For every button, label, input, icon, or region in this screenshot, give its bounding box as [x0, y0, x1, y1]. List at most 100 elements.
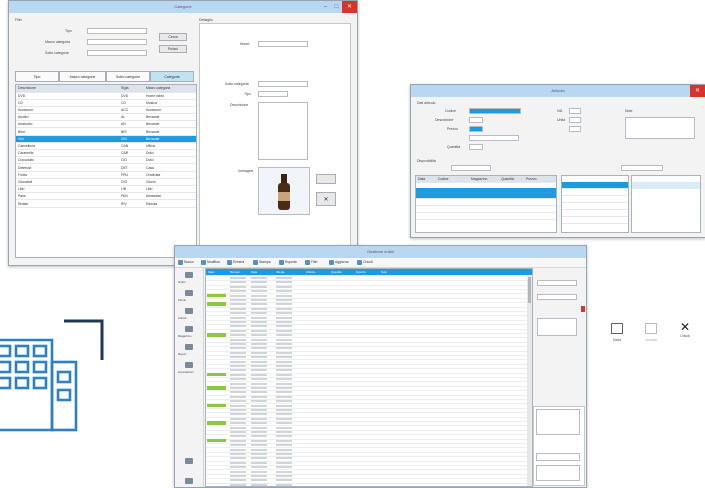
section1-title: Dati articolo: [417, 101, 436, 105]
toolbar-new[interactable]: Nuovo: [178, 259, 194, 266]
save-button[interactable]: Salva: [603, 320, 631, 350]
toolbar-export[interactable]: Esporta: [279, 259, 297, 266]
unit-input[interactable]: [469, 144, 483, 150]
note-textarea[interactable]: [625, 117, 695, 139]
table-row[interactable]: Accessori ACC Accessori: [16, 107, 196, 114]
table-row[interactable]: Frutta FRU Ortofrutta: [16, 172, 196, 179]
table-row[interactable]: Pane PAN Alimentari: [16, 194, 196, 201]
summary-box[interactable]: [536, 465, 580, 481]
table-row[interactable]: Giocattoli GIO Giochi: [16, 179, 196, 186]
toolbar-delete[interactable]: Elimina: [227, 259, 244, 266]
table-cell: Pane: [18, 194, 26, 199]
cell-placeholder: [276, 422, 292, 425]
table-row[interactable]: CD CD Musica: [16, 100, 196, 107]
unita-input[interactable]: [569, 117, 581, 123]
cell-placeholder: [276, 285, 292, 288]
tipo-select[interactable]: [87, 28, 147, 34]
orders-icon[interactable]: [185, 272, 193, 278]
table-cell: Casa: [146, 165, 154, 170]
image-browse-button[interactable]: [316, 174, 336, 184]
cell-placeholder: [276, 321, 292, 323]
help-icon[interactable]: [185, 478, 193, 484]
scrollbar-thumb[interactable]: [528, 277, 531, 303]
cell-placeholder: [251, 404, 267, 407]
toolbar-filter[interactable]: Filtri: [305, 259, 317, 266]
table-cell: CD: [121, 100, 126, 105]
list-item[interactable]: [632, 182, 700, 189]
magazzino-select[interactable]: [451, 165, 491, 171]
data-select[interactable]: [621, 165, 663, 171]
table-row[interactable]: [416, 206, 556, 213]
maximize-button[interactable]: □: [331, 1, 342, 13]
list-item[interactable]: [562, 210, 628, 217]
filter-icon: [305, 259, 310, 265]
list-item[interactable]: [562, 196, 628, 203]
delete-icon[interactable]: [581, 306, 585, 312]
image-remove-button[interactable]: ✕: [316, 192, 336, 206]
detail-field[interactable]: [537, 294, 577, 300]
close-icon: ✕: [679, 320, 691, 334]
vertical-scrollbar[interactable]: [527, 275, 532, 486]
warehouse-icon[interactable]: [185, 326, 193, 332]
toolbar-close[interactable]: Chiudi: [357, 259, 373, 266]
undo-button[interactable]: Annulla: [637, 320, 665, 350]
customers-icon[interactable]: [185, 290, 193, 296]
tab-categorie[interactable]: Categorie: [150, 71, 194, 82]
list-item[interactable]: [562, 203, 628, 210]
list-item[interactable]: [562, 182, 628, 189]
minimize-button[interactable]: –: [320, 1, 331, 13]
sub-input[interactable]: [258, 81, 308, 87]
table-cell: Dolci: [146, 151, 154, 156]
close-action-button[interactable]: ✕ Chiudi: [671, 320, 699, 350]
descrizione-input[interactable]: [469, 117, 483, 123]
table-row[interactable]: [416, 188, 556, 199]
toolbar-print[interactable]: Stampa: [253, 259, 271, 266]
detail-field[interactable]: [537, 280, 577, 286]
table-row[interactable]: [416, 199, 556, 206]
macro-select[interactable]: [87, 39, 147, 45]
iva-input[interactable]: [569, 108, 581, 114]
list-item[interactable]: [562, 217, 628, 224]
quantita-input[interactable]: [469, 135, 519, 141]
settings-icon[interactable]: [185, 362, 193, 368]
codice-input[interactable]: [469, 108, 521, 114]
table-row[interactable]: Alcolici AL Bevande: [16, 115, 196, 122]
table-row[interactable]: DVD DVD Home video: [16, 93, 196, 100]
search-box[interactable]: [536, 453, 580, 461]
table-row[interactable]: Cancelleria CAN Ufficio: [16, 143, 196, 150]
items-icon[interactable]: [185, 308, 193, 314]
table-row[interactable]: Vini VIN Bevande: [16, 136, 196, 143]
table-row[interactable]: [206, 483, 532, 486]
cell-placeholder: [251, 290, 267, 293]
detail-field[interactable]: [537, 318, 577, 336]
tab-macro[interactable]: Macro categorie: [59, 71, 106, 82]
toolbar-edit[interactable]: Modifica: [201, 259, 220, 266]
type-input[interactable]: [258, 91, 288, 97]
sotto-select[interactable]: [87, 50, 147, 56]
clear-button[interactable]: Pulisci: [159, 45, 187, 53]
gear-icon[interactable]: [185, 458, 193, 464]
table-row[interactable]: [416, 213, 556, 220]
table-row[interactable]: Caramelle CAR Dolci: [16, 151, 196, 158]
search-button[interactable]: Cerca: [159, 33, 187, 41]
tab-tipo[interactable]: Tipo: [15, 71, 59, 82]
extra-input[interactable]: [569, 126, 581, 132]
close-button[interactable]: ✕: [342, 1, 357, 13]
report-icon[interactable]: [185, 344, 193, 350]
table-row[interactable]: Birre BIR Bevande: [16, 129, 196, 136]
table-row[interactable]: Analcolici AN Bevande: [16, 122, 196, 129]
tab-sotto[interactable]: Sotto categorie: [106, 71, 150, 82]
list-item[interactable]: [562, 189, 628, 196]
table-row[interactable]: Detersivi DET Casa: [16, 165, 196, 172]
name-input[interactable]: [258, 41, 308, 47]
toolbar-refresh[interactable]: Aggiorna: [329, 259, 349, 266]
col-codice: Codice: [438, 176, 449, 181]
description-textarea[interactable]: [258, 102, 308, 160]
table-row[interactable]: Riviste RIV Edicola: [16, 201, 196, 208]
prezzo-input[interactable]: [469, 126, 483, 132]
table-row[interactable]: Cioccolato CIO Dolci: [16, 158, 196, 165]
notes-box[interactable]: [536, 409, 580, 435]
close-button[interactable]: ✕: [690, 85, 705, 97]
cell-placeholder: [276, 426, 292, 429]
table-row[interactable]: Libri LIB Libri: [16, 187, 196, 194]
